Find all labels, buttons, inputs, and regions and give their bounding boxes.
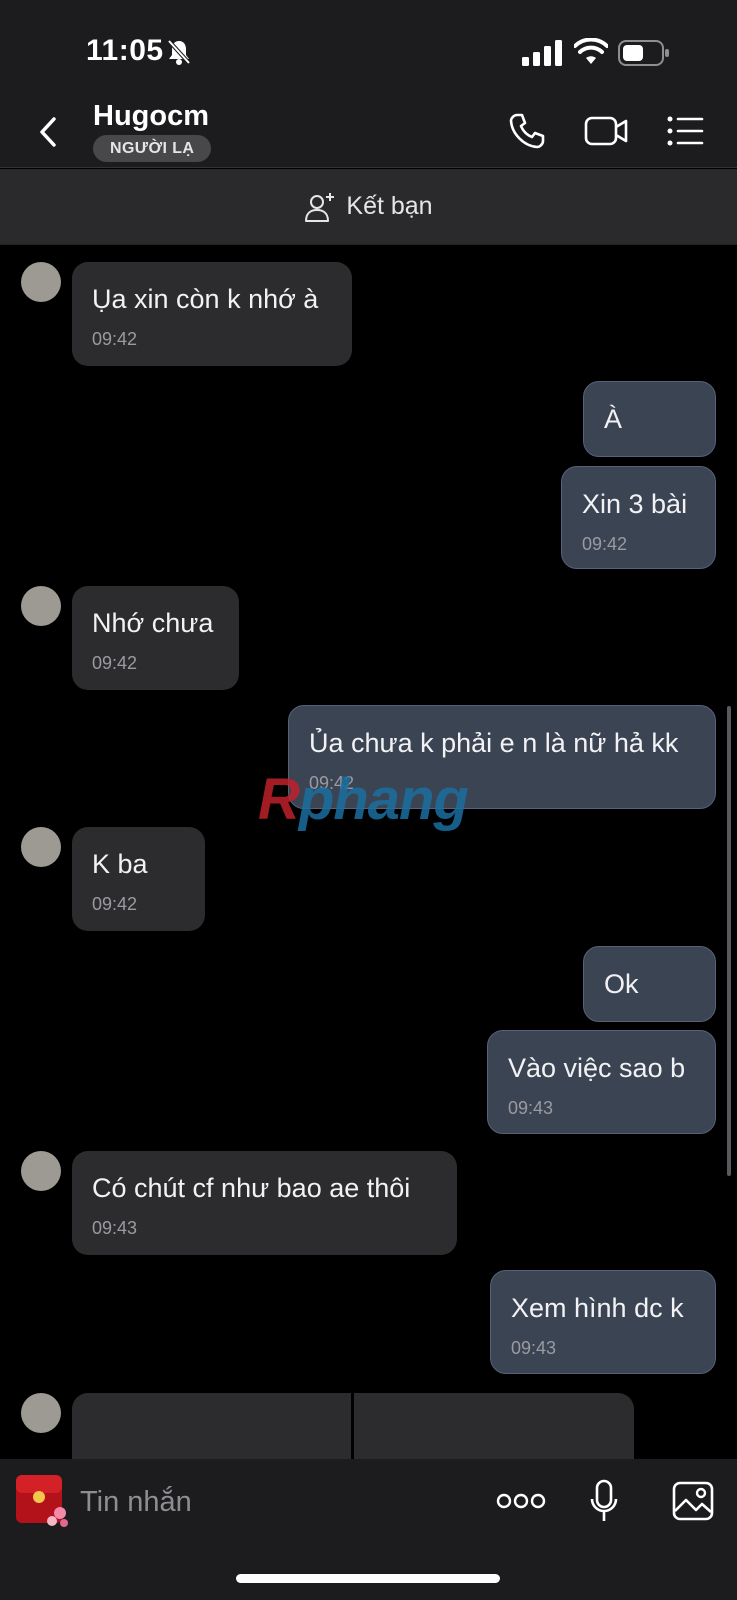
mic-icon[interactable] bbox=[590, 1479, 618, 1523]
chat-header: Hugocm NGƯỜI LẠ bbox=[0, 100, 737, 168]
wifi-icon bbox=[574, 38, 608, 64]
message-text: Ủa chưa k phải e n là nữ hả kk bbox=[309, 728, 679, 758]
add-friend-bar: Kết bạn bbox=[0, 169, 737, 245]
message-text: Nhớ chưa bbox=[92, 608, 214, 638]
scrollbar[interactable] bbox=[727, 706, 731, 1176]
phone-icon[interactable] bbox=[508, 112, 546, 150]
signal-icon bbox=[522, 40, 562, 66]
message-bubble-incoming[interactable]: Ụa xin còn k nhớ à 09:42 bbox=[72, 262, 352, 366]
avatar[interactable] bbox=[21, 827, 61, 867]
add-friend-label: Kết bạn bbox=[346, 192, 433, 220]
message-bubble-incoming[interactable]: Có chút cf như bao ae thôi 09:43 bbox=[72, 1151, 457, 1255]
watermark-logo: Rphang bbox=[258, 767, 469, 832]
message-time: 09:43 bbox=[92, 1218, 138, 1238]
message-time: 09:43 bbox=[508, 1098, 554, 1118]
message-bubble-outgoing[interactable]: À bbox=[583, 381, 716, 457]
status-time: 11:05 bbox=[86, 34, 164, 67]
message-text: Xem hình dc k bbox=[511, 1293, 684, 1323]
message-bubble-incoming[interactable]: Nhớ chưa 09:42 bbox=[72, 586, 239, 690]
avatar[interactable] bbox=[21, 1151, 61, 1191]
message-time: 09:43 bbox=[511, 1338, 557, 1358]
message-text: À bbox=[604, 404, 623, 434]
avatar[interactable] bbox=[21, 1393, 61, 1433]
bell-off-icon bbox=[167, 39, 191, 65]
back-icon[interactable] bbox=[34, 110, 64, 154]
message-bubble-incoming[interactable]: K ba 09:42 bbox=[72, 827, 205, 931]
avatar[interactable] bbox=[21, 262, 61, 302]
message-input[interactable] bbox=[80, 1479, 460, 1525]
stranger-badge: NGƯỜI LẠ bbox=[93, 135, 212, 162]
message-text: K ba bbox=[92, 849, 148, 879]
message-text: Vào việc sao b bbox=[508, 1053, 686, 1083]
message-time: 09:42 bbox=[582, 534, 628, 554]
avatar[interactable] bbox=[21, 586, 61, 626]
message-time: 09:42 bbox=[92, 894, 138, 914]
sticker-icon[interactable] bbox=[14, 1473, 70, 1529]
message-bubble-outgoing[interactable]: Xem hình dc k 09:43 bbox=[490, 1270, 716, 1374]
message-time: 09:42 bbox=[92, 329, 138, 349]
message-text: Ụa xin còn k nhớ à bbox=[92, 284, 319, 314]
add-friend-button[interactable]: Kết bạn bbox=[304, 191, 433, 223]
battery-icon bbox=[618, 40, 669, 66]
message-text: Ok bbox=[604, 969, 639, 999]
list-icon[interactable] bbox=[666, 114, 704, 148]
message-bubble-outgoing[interactable]: Ok bbox=[583, 946, 716, 1022]
video-icon[interactable] bbox=[584, 114, 628, 148]
add-friend-icon bbox=[305, 192, 335, 222]
image-message-grid[interactable] bbox=[72, 1393, 634, 1463]
image-icon[interactable] bbox=[672, 1481, 714, 1521]
message-bubble-outgoing[interactable]: Vào việc sao b 09:43 bbox=[487, 1030, 716, 1134]
status-bar: 11:05 bbox=[0, 0, 737, 100]
home-indicator[interactable] bbox=[236, 1574, 500, 1583]
message-text: Xin 3 bài bbox=[582, 489, 688, 519]
message-bubble-outgoing[interactable]: Xin 3 bài 09:42 bbox=[561, 466, 716, 569]
image-grid-divider bbox=[351, 1393, 354, 1463]
message-time: 09:42 bbox=[92, 653, 138, 673]
contact-name[interactable]: Hugocm bbox=[93, 100, 209, 133]
more-icon[interactable] bbox=[496, 1489, 546, 1513]
message-text: Có chút cf như bao ae thôi bbox=[92, 1173, 411, 1203]
